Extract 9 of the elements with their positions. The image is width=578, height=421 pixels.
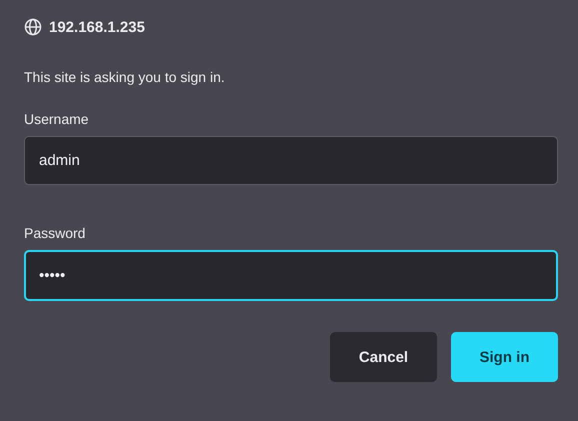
globe-icon — [24, 18, 42, 36]
input-field[interactable]: admin — [24, 136, 558, 185]
sign-in-button[interactable]: Sign in — [451, 332, 558, 382]
site-address: 192.168.1.235 — [49, 18, 145, 36]
sign-in-message: This site is asking you to sign in. — [24, 69, 226, 85]
field-label: Password — [24, 225, 86, 241]
input-field[interactable]: ••••• — [24, 250, 558, 301]
cancel-button[interactable]: Cancel — [330, 332, 437, 382]
field-label: Username — [24, 111, 90, 127]
